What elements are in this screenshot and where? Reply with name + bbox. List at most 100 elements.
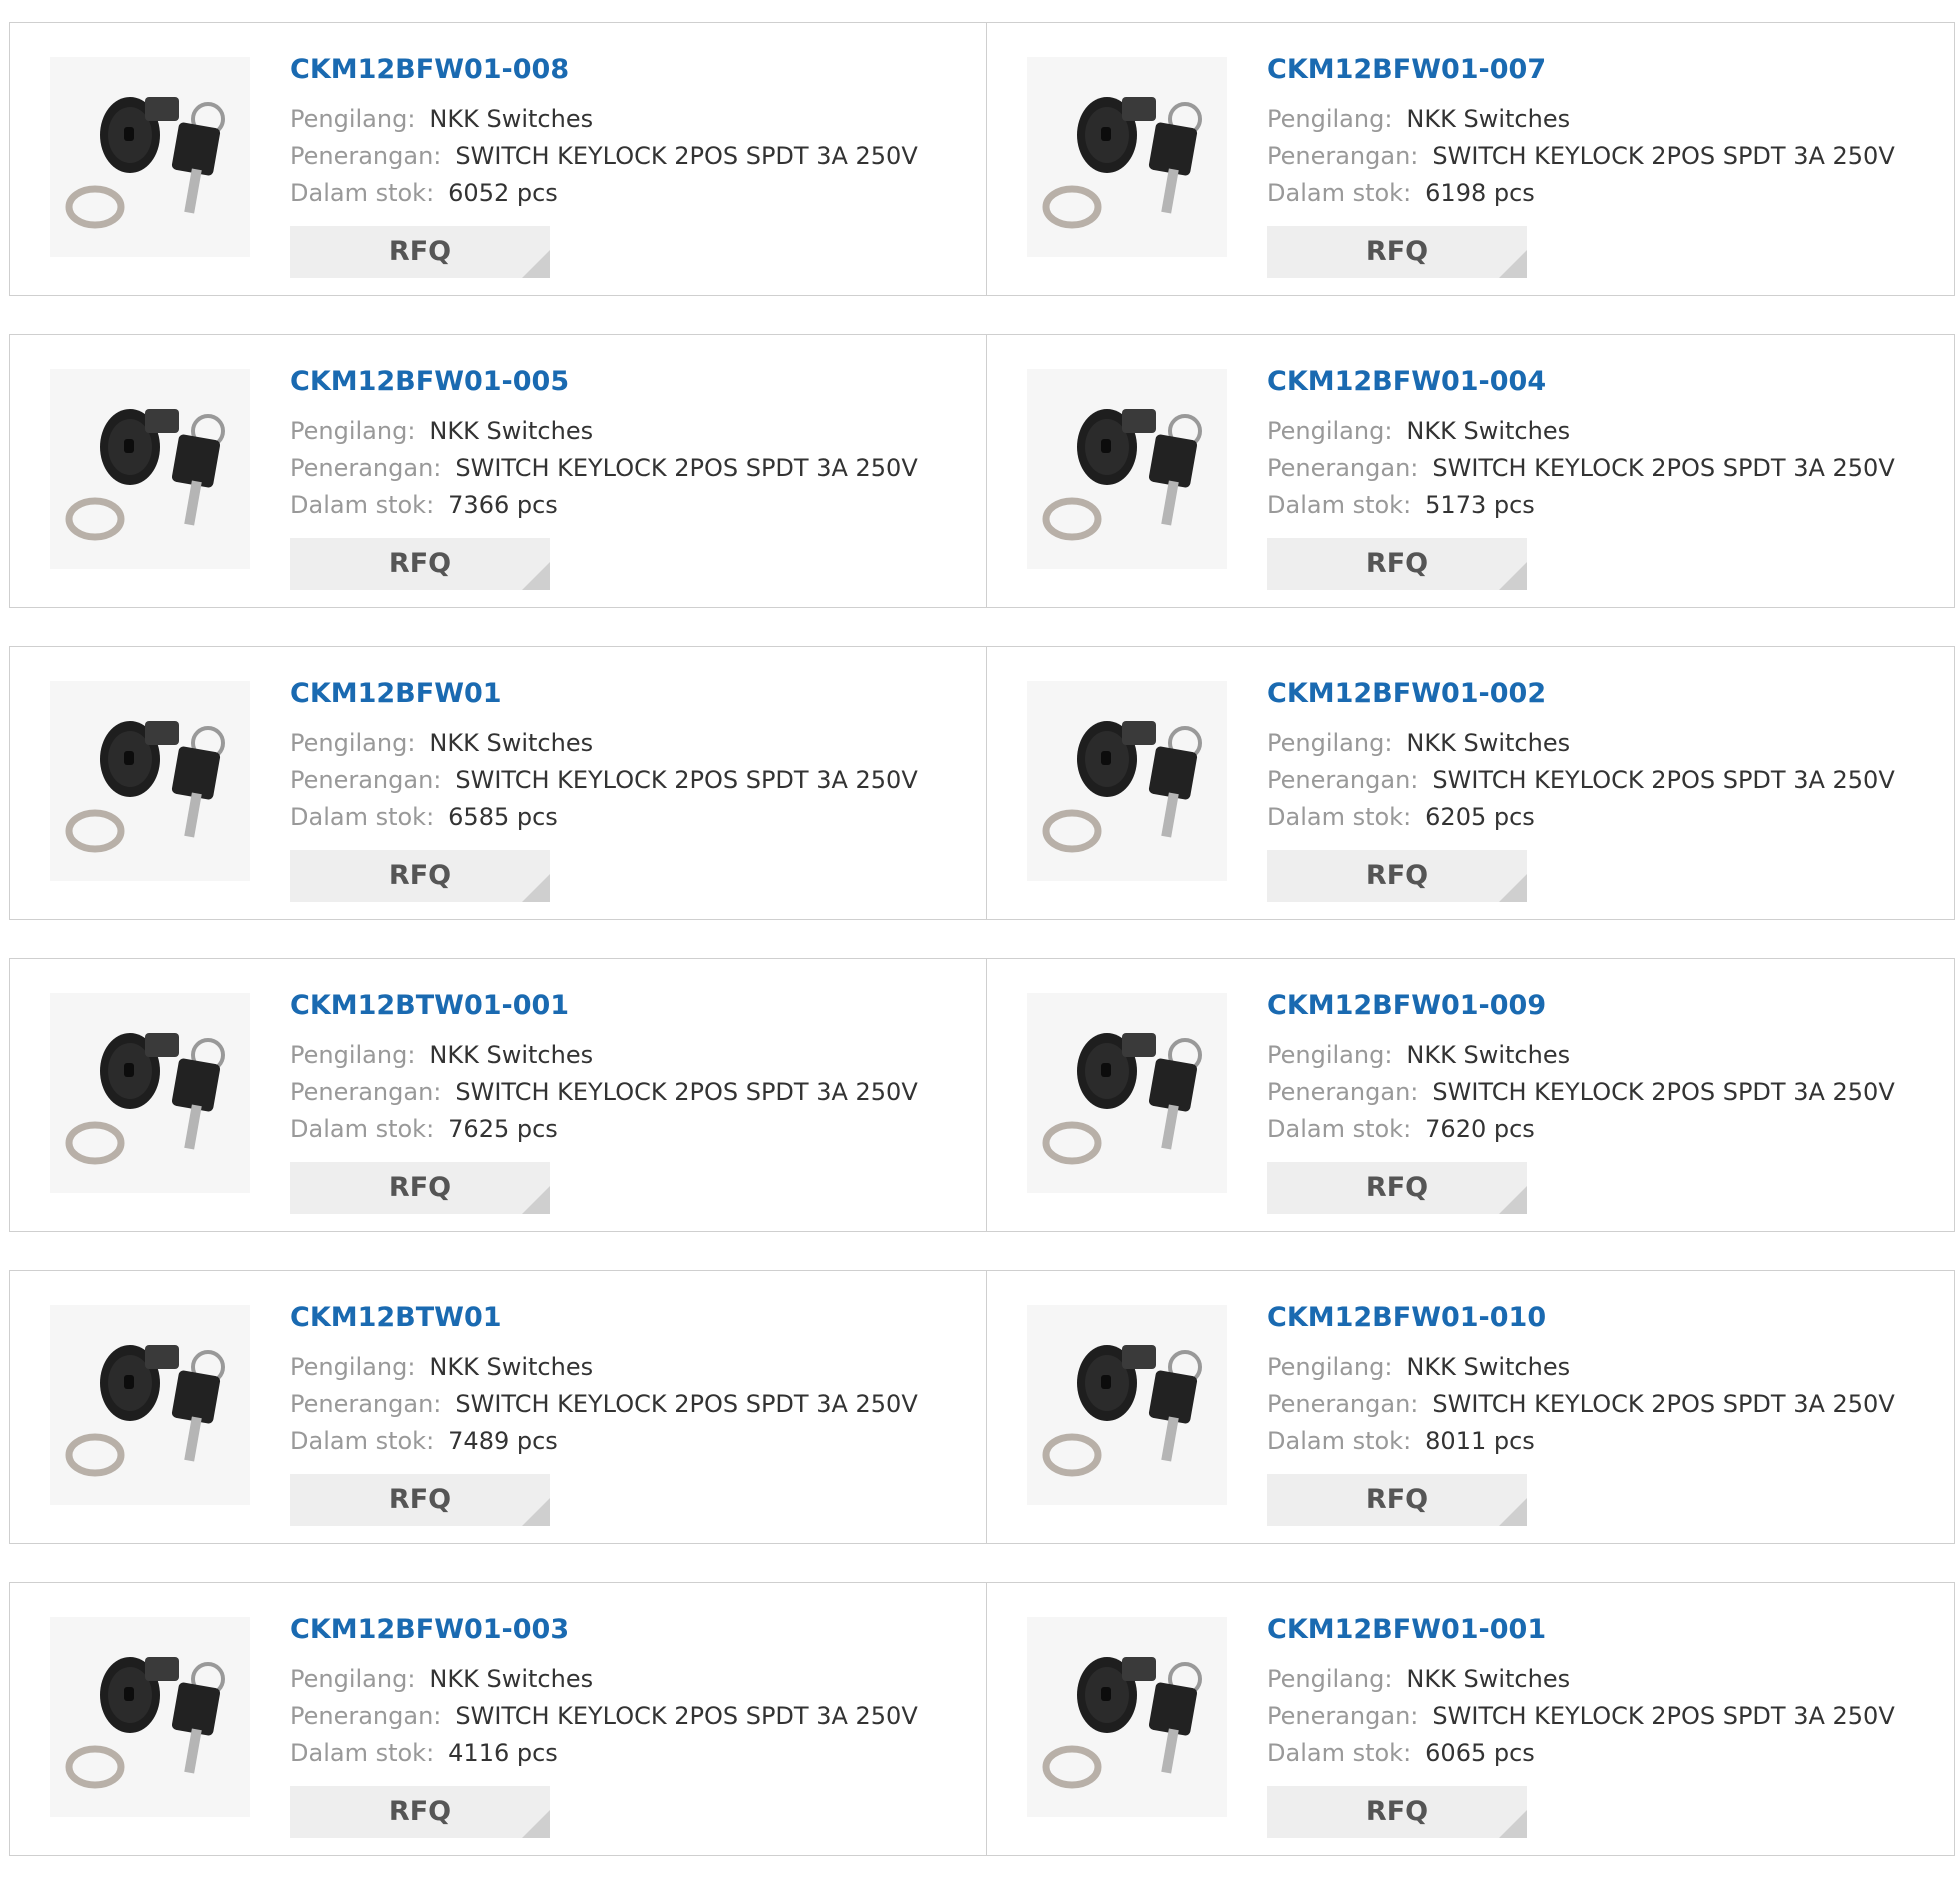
keylock-switch-icon [65,1033,225,1165]
description-label: Penerangan: [290,142,442,170]
product-image[interactable] [50,1305,250,1505]
stock-value: 7620 pcs [1425,1115,1535,1143]
manufacturer-label: Pengilang: [1267,1665,1393,1693]
manufacturer-label: Pengilang: [1267,729,1393,757]
corner-triangle-icon [1499,250,1527,278]
product-info: CKM12BTW01-001 Pengilang: NKK Switches Pe… [290,989,918,1214]
stock-row: Dalam stok: 6205 pcs [1267,799,1895,836]
product-image[interactable] [1027,681,1227,881]
product-image[interactable] [1027,1305,1227,1505]
description-value: SWITCH KEYLOCK 2POS SPDT 3A 250V [455,1702,918,1730]
rfq-button[interactable]: RFQ [290,1786,550,1838]
manufacturer-row: Pengilang: NKK Switches [1267,725,1895,762]
part-number-link[interactable]: CKM12BFW01-009 [1267,989,1895,1023]
part-number-link[interactable]: CKM12BFW01-002 [1267,677,1895,711]
description-value: SWITCH KEYLOCK 2POS SPDT 3A 250V [1432,1702,1895,1730]
rfq-button[interactable]: RFQ [1267,538,1527,590]
description-label: Penerangan: [1267,1702,1419,1730]
description-row: Penerangan: SWITCH KEYLOCK 2POS SPDT 3A 2… [290,1074,918,1111]
description-label: Penerangan: [1267,142,1419,170]
product-image[interactable] [50,57,250,257]
manufacturer-row: Pengilang: NKK Switches [1267,1349,1895,1386]
product-card: CKM12BFW01-003 Pengilang: NKK Switches Pe… [9,1582,987,1856]
description-row: Penerangan: SWITCH KEYLOCK 2POS SPDT 3A 2… [290,138,918,175]
stock-label: Dalam stok: [290,179,435,207]
rfq-button[interactable]: RFQ [290,538,550,590]
manufacturer-label: Pengilang: [290,417,416,445]
manufacturer-label: Pengilang: [1267,105,1393,133]
product-image[interactable] [1027,993,1227,1193]
keylock-switch-icon [1042,721,1202,853]
product-row: CKM12BFW01 Pengilang: NKK Switches Penera… [9,646,1955,920]
part-number-link[interactable]: CKM12BFW01-003 [290,1613,918,1647]
product-image[interactable] [50,681,250,881]
keylock-switch-icon [1042,409,1202,541]
rfq-label: RFQ [388,1484,452,1515]
stock-row: Dalam stok: 6585 pcs [290,799,918,836]
product-card: CKM12BFW01 Pengilang: NKK Switches Penera… [9,646,987,920]
rfq-button[interactable]: RFQ [1267,1162,1527,1214]
stock-label: Dalam stok: [290,491,435,519]
description-value: SWITCH KEYLOCK 2POS SPDT 3A 250V [455,142,918,170]
manufacturer-row: Pengilang: NKK Switches [290,1037,918,1074]
corner-triangle-icon [1499,562,1527,590]
product-card: CKM12BFW01-002 Pengilang: NKK Switches Pe… [987,646,1955,920]
product-image[interactable] [50,1617,250,1817]
product-info: CKM12BFW01-008 Pengilang: NKK Switches Pe… [290,53,918,278]
product-card: CKM12BFW01-007 Pengilang: NKK Switches Pe… [987,22,1955,296]
manufacturer-row: Pengilang: NKK Switches [1267,413,1895,450]
part-number-link[interactable]: CKM12BFW01-007 [1267,53,1895,87]
rfq-button[interactable]: RFQ [1267,1474,1527,1526]
part-number-link[interactable]: CKM12BFW01-008 [290,53,918,87]
keylock-switch-icon [1042,1657,1202,1789]
manufacturer-value: NKK Switches [1406,1353,1571,1381]
part-number-link[interactable]: CKM12BFW01-004 [1267,365,1895,399]
stock-value: 7366 pcs [448,491,558,519]
rfq-button[interactable]: RFQ [1267,850,1527,902]
rfq-button[interactable]: RFQ [290,226,550,278]
stock-label: Dalam stok: [290,1739,435,1767]
description-value: SWITCH KEYLOCK 2POS SPDT 3A 250V [1432,1390,1895,1418]
stock-value: 6052 pcs [448,179,558,207]
description-row: Penerangan: SWITCH KEYLOCK 2POS SPDT 3A 2… [1267,1386,1895,1423]
rfq-button[interactable]: RFQ [290,1162,550,1214]
stock-value: 7489 pcs [448,1427,558,1455]
part-number-link[interactable]: CKM12BFW01-010 [1267,1301,1895,1335]
stock-row: Dalam stok: 5173 pcs [1267,487,1895,524]
stock-value: 6198 pcs [1425,179,1535,207]
manufacturer-value: NKK Switches [1406,1665,1571,1693]
product-info: CKM12BFW01-001 Pengilang: NKK Switches Pe… [1267,1613,1895,1838]
rfq-button[interactable]: RFQ [290,850,550,902]
stock-label: Dalam stok: [1267,1427,1412,1455]
part-number-link[interactable]: CKM12BTW01 [290,1301,918,1335]
description-row: Penerangan: SWITCH KEYLOCK 2POS SPDT 3A 2… [1267,1698,1895,1735]
product-image[interactable] [1027,369,1227,569]
rfq-button[interactable]: RFQ [1267,226,1527,278]
product-info: CKM12BFW01-007 Pengilang: NKK Switches Pe… [1267,53,1895,278]
stock-value: 6585 pcs [448,803,558,831]
stock-value: 7625 pcs [448,1115,558,1143]
rfq-button[interactable]: RFQ [290,1474,550,1526]
corner-triangle-icon [522,562,550,590]
stock-label: Dalam stok: [290,1115,435,1143]
description-row: Penerangan: SWITCH KEYLOCK 2POS SPDT 3A 2… [290,450,918,487]
part-number-link[interactable]: CKM12BTW01-001 [290,989,918,1023]
description-value: SWITCH KEYLOCK 2POS SPDT 3A 250V [1432,142,1895,170]
stock-value: 8011 pcs [1425,1427,1535,1455]
product-image[interactable] [1027,57,1227,257]
description-row: Penerangan: SWITCH KEYLOCK 2POS SPDT 3A 2… [290,1698,918,1735]
part-number-link[interactable]: CKM12BFW01-005 [290,365,918,399]
rfq-label: RFQ [388,860,452,891]
product-card: CKM12BFW01-005 Pengilang: NKK Switches Pe… [9,334,987,608]
product-info: CKM12BFW01 Pengilang: NKK Switches Penera… [290,677,918,902]
rfq-button[interactable]: RFQ [1267,1786,1527,1838]
part-number-link[interactable]: CKM12BFW01-001 [1267,1613,1895,1647]
product-image[interactable] [50,993,250,1193]
stock-row: Dalam stok: 6198 pcs [1267,175,1895,212]
product-image[interactable] [50,369,250,569]
product-image[interactable] [1027,1617,1227,1817]
description-value: SWITCH KEYLOCK 2POS SPDT 3A 250V [1432,766,1895,794]
manufacturer-row: Pengilang: NKK Switches [290,1349,918,1386]
part-number-link[interactable]: CKM12BFW01 [290,677,918,711]
product-info: CKM12BFW01-003 Pengilang: NKK Switches Pe… [290,1613,918,1838]
